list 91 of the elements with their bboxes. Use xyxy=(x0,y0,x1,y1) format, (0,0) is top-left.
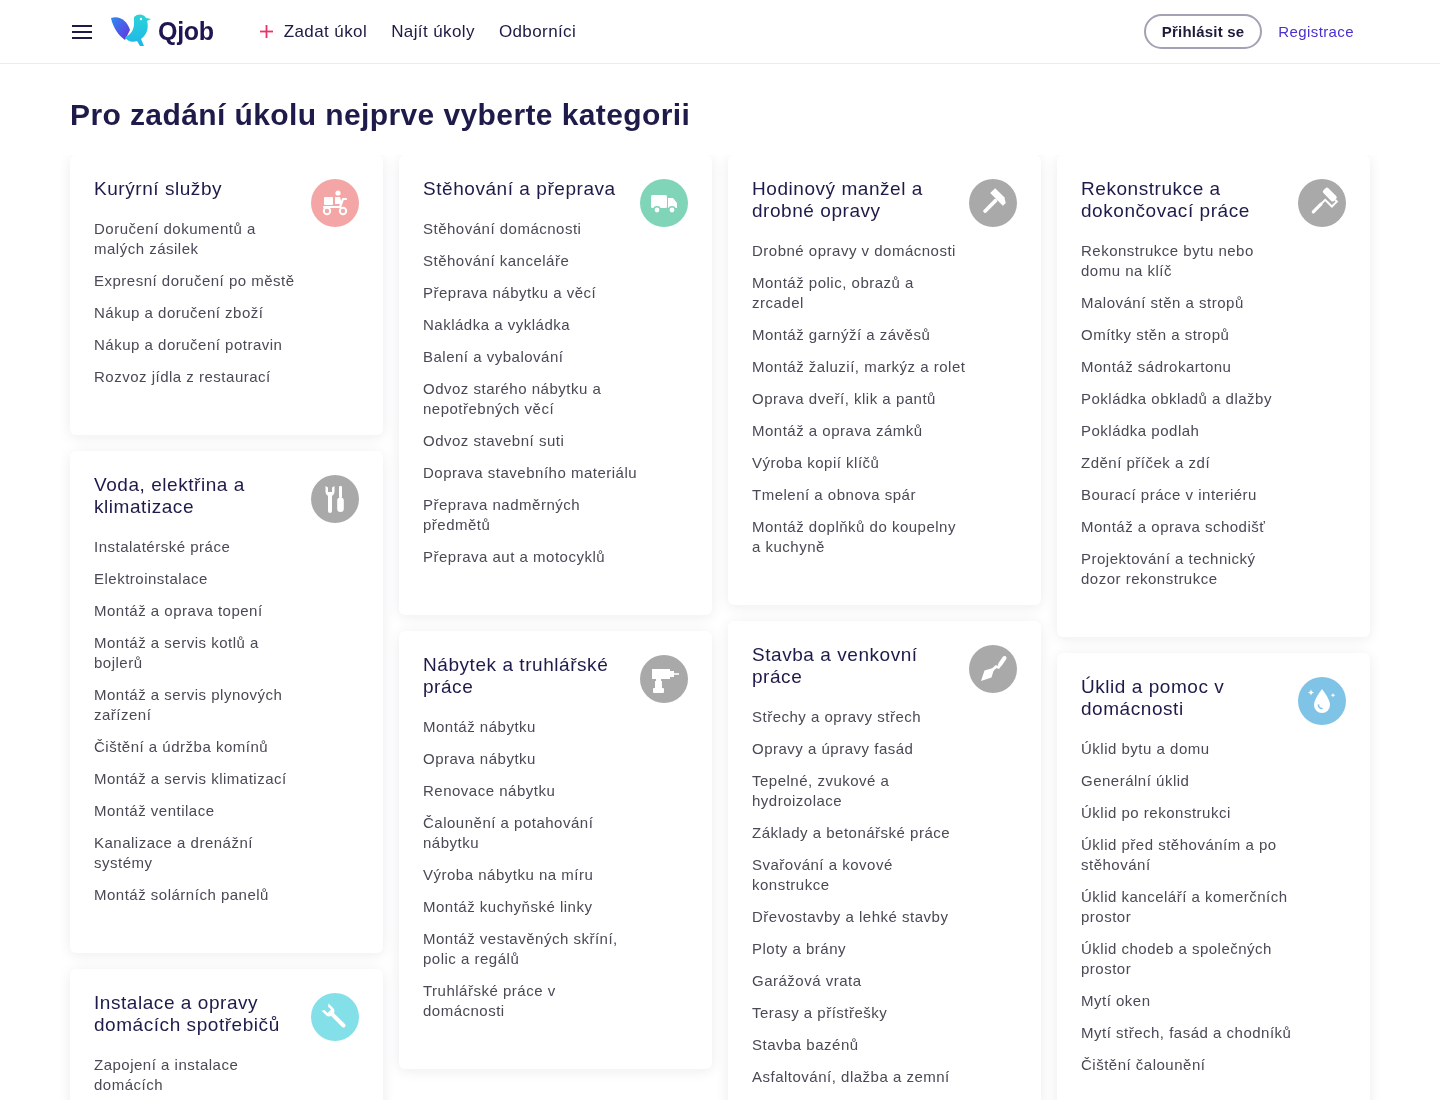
subcategory-link[interactable]: Opravy a úpravy fasád xyxy=(752,739,914,759)
subcategory-link[interactable]: Nákup a doručení zboží xyxy=(94,303,264,323)
subcategory-link[interactable]: Generální úklid xyxy=(1081,771,1190,791)
subcategory-link[interactable]: Přeprava nadměrných předmětů xyxy=(423,495,639,535)
subcategory-link[interactable]: Montáž a servis kotlů a bojlerů xyxy=(94,633,310,673)
subcategory-link[interactable]: Přeprava nábytku a věcí xyxy=(423,283,597,303)
subcategory-link[interactable]: Doprava stavebního materiálu xyxy=(423,463,638,483)
subcategory-link[interactable]: Malování stěn a stropů xyxy=(1081,293,1244,313)
subcategory-link[interactable]: Kanalizace a drenážní systémy xyxy=(94,833,310,873)
subcategory-link[interactable]: Doručení dokumentů a malých zásilek xyxy=(94,219,310,259)
subcategory-link[interactable]: Oprava nábytku xyxy=(423,749,536,769)
subcategory-link[interactable]: Čištění čalounění xyxy=(1081,1055,1206,1075)
category-title[interactable]: Rekonstrukce a dokončovací práce xyxy=(1081,178,1298,222)
subcategory-link[interactable]: Montáž doplňků do koupelny a kuchyně xyxy=(752,517,968,557)
subcategory-link[interactable]: Odvoz stavební suti xyxy=(423,431,565,451)
register-link[interactable]: Registrace xyxy=(1278,23,1354,40)
subcategory-link[interactable]: Zdění příček a zdí xyxy=(1081,453,1211,473)
category-title[interactable]: Nábytek a truhlářské práce xyxy=(423,654,640,698)
subcategory-link[interactable]: Pokládka podlah xyxy=(1081,421,1200,441)
subcategory-link[interactable]: Úklid kanceláří a komerčních prostor xyxy=(1081,887,1297,927)
subcategory-link[interactable]: Montáž kuchyňské linky xyxy=(423,897,593,917)
subcategory-link[interactable]: Balení a vybalování xyxy=(423,347,564,367)
subcategory-link[interactable]: Montáž žaluzií, markýz a rolet xyxy=(752,357,966,377)
subcategory-link[interactable]: Truhlářské práce v domácnosti xyxy=(423,981,639,1021)
subcategory-link[interactable]: Montáž nábytku xyxy=(423,717,536,737)
subcategory-link[interactable]: Montáž polic, obrazů a zrcadel xyxy=(752,273,968,313)
subcategory-link[interactable]: Stěhování kanceláře xyxy=(423,251,570,271)
login-button[interactable]: Přihlásit se xyxy=(1143,14,1263,49)
subcategory-link[interactable]: Úklid bytu a domu xyxy=(1081,739,1210,759)
category-title[interactable]: Instalace a opravy domácích spotřebičů xyxy=(94,992,311,1036)
subcategory-link[interactable]: Montáž garnýží a závěsů xyxy=(752,325,931,345)
subcategory-link[interactable]: Expresní doručení po městě xyxy=(94,271,295,291)
subcategory-link[interactable]: Garážová vrata xyxy=(752,971,862,991)
subcategory-link[interactable]: Dřevostavby a lehké stavby xyxy=(752,907,949,927)
subcategory-link[interactable]: Renovace nábytku xyxy=(423,781,556,801)
category-title[interactable]: Hodinový manžel a drobné opravy xyxy=(752,178,969,222)
subcategory-link[interactable]: Montáž a servis klimatizací xyxy=(94,769,287,789)
subcategory-link[interactable]: Bourací práce v interiéru xyxy=(1081,485,1257,505)
subcategory-link[interactable]: Rekonstrukce bytu nebo domu na klíč xyxy=(1081,241,1297,281)
subcategory-link[interactable]: Odvoz starého nábytku a nepotřebných věcí xyxy=(423,379,639,419)
subcategory-link[interactable]: Montáž sádrokartonu xyxy=(1081,357,1232,377)
subcategory-link[interactable]: Úklid po rekonstrukci xyxy=(1081,803,1231,823)
subcategory-link[interactable]: Rozvoz jídla z restaurací xyxy=(94,367,271,387)
subcategory-link[interactable]: Oprava dveří, klik a pantů xyxy=(752,389,936,409)
subcategory-link[interactable]: Úklid před stěhováním a po stěhování xyxy=(1081,835,1297,875)
subcategory-link[interactable]: Výroba nábytku na míru xyxy=(423,865,594,885)
subcategory-link[interactable]: Projektování a technický dozor rekonstrukce xyxy=(1081,549,1297,589)
subcategory-link[interactable]: Výroba kopií klíčů xyxy=(752,453,880,473)
subcategory-link[interactable]: Montáž a servis plynových zařízení xyxy=(94,685,310,725)
category-title[interactable]: Kurýrní služby xyxy=(94,178,311,200)
subcategory-link[interactable]: Tmelení a obnova spár xyxy=(752,485,916,505)
subcategory-link[interactable]: Ploty a brány xyxy=(752,939,847,959)
subcategory-link[interactable]: Přeprava aut a motocyklů xyxy=(423,547,606,567)
plus-icon xyxy=(259,25,273,38)
subcategory-link[interactable]: Střechy a opravy střech xyxy=(752,707,922,727)
subcategory-link[interactable]: Mytí oken xyxy=(1081,991,1151,1011)
menu-icon[interactable] xyxy=(72,24,92,39)
page-heading: Pro zadání úkolu nejprve vyberte kategorii xyxy=(70,97,692,133)
subcategory-link[interactable]: Čištění a údržba komínů xyxy=(94,737,269,757)
category-title[interactable]: Stavba a venkovní práce xyxy=(752,644,969,688)
subcategory-link[interactable]: Terasy a přístřešky xyxy=(752,1003,888,1023)
subcategory-link[interactable]: Zapojení a instalace domácích xyxy=(94,1055,310,1095)
subcategory-link[interactable]: Montáž vestavěných skříní, polic a regálů xyxy=(423,929,639,969)
subcategory-link[interactable]: Montáž a oprava topení xyxy=(94,601,263,621)
subcategory-link[interactable]: Stěhování domácnosti xyxy=(423,219,582,239)
nav-link[interactable]: Najít úkoly xyxy=(391,21,475,42)
nav-link[interactable]: Zadat úkol xyxy=(259,21,368,42)
subcategory-link[interactable]: Nákup a doručení potravin xyxy=(94,335,283,355)
subcategory-link[interactable]: Svařování a kovové konstrukce xyxy=(752,855,968,895)
subcategory-link[interactable]: Omítky stěn a stropů xyxy=(1081,325,1230,345)
subcategory-link[interactable]: Stavba bazénů xyxy=(752,1035,859,1055)
subcategory-link[interactable]: Nakládka a vykládka xyxy=(423,315,571,335)
logo-text[interactable]: Qjob xyxy=(158,17,214,46)
subcategory-link[interactable]: Montáž ventilace xyxy=(94,801,215,821)
subcategory-link[interactable]: Montáž solárních panelů xyxy=(94,885,269,905)
category-title[interactable]: Úklid a pomoc v domácnosti xyxy=(1081,676,1298,720)
subcategory-link[interactable]: Montáž a oprava zámků xyxy=(752,421,923,441)
subcategory-link[interactable]: Pokládka obkladů a dlažby xyxy=(1081,389,1272,409)
subcategory-link[interactable]: Instalatérské práce xyxy=(94,537,231,557)
subcategory-link[interactable]: Elektroinstalace xyxy=(94,569,208,589)
category-title[interactable]: Voda, elektřina a klimatizace xyxy=(94,474,311,518)
subcategory-link[interactable]: Základy a betonářské práce xyxy=(752,823,951,843)
category-title[interactable]: Stěhování a přeprava xyxy=(423,178,640,200)
subcategory-link[interactable]: Montáž a oprava schodišť xyxy=(1081,517,1266,537)
subcategory-link[interactable]: Tepelné, zvukové a hydroizolace xyxy=(752,771,968,811)
subcategory-link[interactable]: Úklid chodeb a společných prostor xyxy=(1081,939,1297,979)
nav-link[interactable]: Odborníci xyxy=(498,21,577,42)
subcategory-link[interactable]: Čalounění a potahování nábytku xyxy=(423,813,639,853)
subcategory-link[interactable]: Drobné opravy v domácnosti xyxy=(752,241,956,261)
subcategory-link[interactable]: Asfaltování, dlažba a zemní xyxy=(752,1067,950,1087)
subcategory-link[interactable]: Mytí střech, fasád a chodníků xyxy=(1081,1023,1292,1043)
